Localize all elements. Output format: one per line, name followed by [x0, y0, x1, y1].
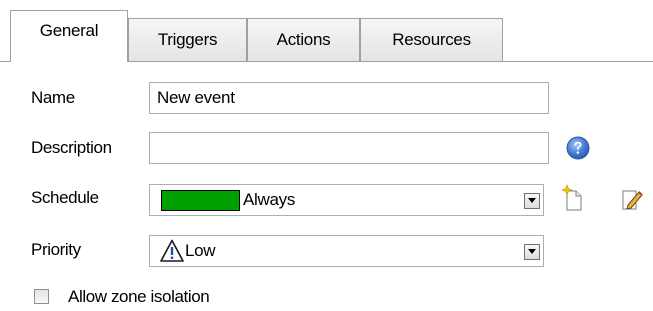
tab-actions[interactable]: Actions	[247, 18, 360, 61]
name-label: Name	[31, 88, 75, 107]
allow-zone-isolation-label[interactable]: Allow zone isolation	[68, 287, 210, 307]
schedule-label: Schedule	[31, 188, 99, 207]
tab-resources[interactable]: Resources	[360, 18, 503, 61]
help-icon[interactable]	[566, 136, 590, 165]
tab-resources-label: Resources	[392, 30, 471, 49]
priority-label: Priority	[31, 240, 81, 259]
tab-triggers-label: Triggers	[157, 30, 218, 49]
priority-select-value: Low	[185, 241, 216, 260]
description-label: Description	[31, 138, 112, 157]
description-input[interactable]	[149, 132, 549, 164]
schedule-dropdown-button[interactable]	[524, 193, 540, 209]
schedule-select-value: Always	[243, 190, 296, 209]
tab-strip: General Triggers Actions Resources	[0, 0, 653, 62]
tab-triggers[interactable]: Triggers	[128, 18, 247, 61]
new-document-icon[interactable]	[561, 184, 584, 217]
schedule-color-swatch	[161, 190, 240, 211]
warning-triangle-icon	[160, 239, 184, 268]
tab-general[interactable]: General	[10, 10, 128, 62]
priority-dropdown-button[interactable]	[524, 244, 540, 260]
edit-pencil-icon[interactable]	[621, 186, 645, 217]
name-input[interactable]: New event	[149, 82, 549, 114]
schedule-select[interactable]: Always	[149, 184, 544, 216]
tab-general-label: General	[39, 21, 99, 40]
name-input-value: New event	[157, 88, 235, 107]
priority-select[interactable]: Low	[149, 235, 544, 267]
allow-zone-isolation-checkbox[interactable]	[34, 289, 49, 304]
tab-actions-label: Actions	[276, 30, 331, 49]
